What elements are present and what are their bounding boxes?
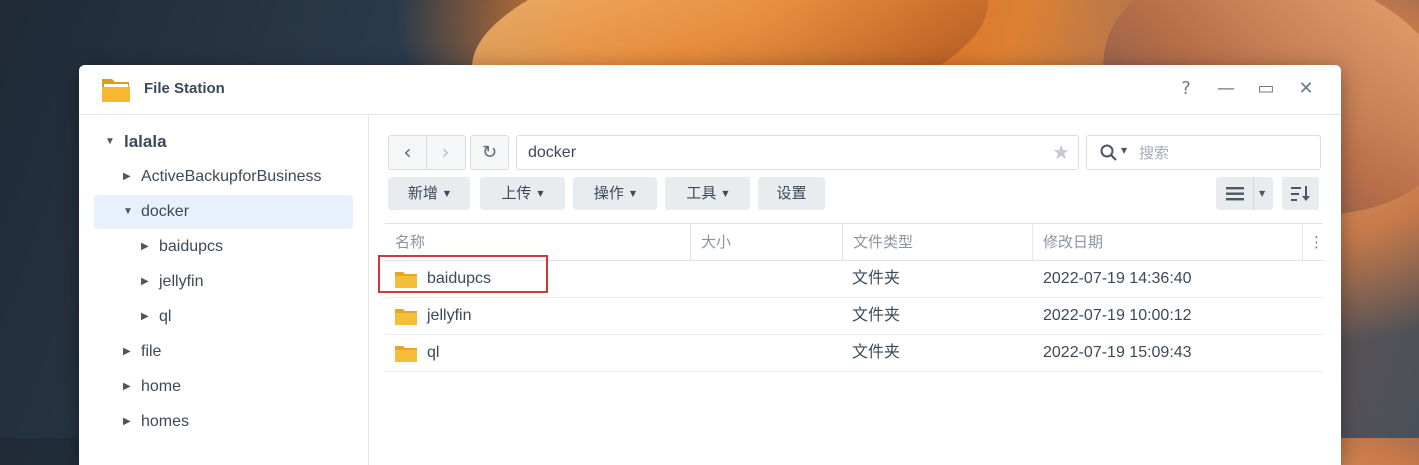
search-box[interactable]: ▼	[1086, 135, 1321, 170]
forward-icon[interactable]: ›	[427, 136, 464, 169]
back-icon[interactable]: ‹	[389, 136, 427, 169]
caret-down-icon: ▼	[1121, 146, 1128, 155]
tools-button[interactable]: 工具 ▼	[665, 177, 750, 210]
main-panel: ‹ › ↻ docker ★ ▼ 新增▼ 上传▼ 操作▼ 工具▼	[369, 115, 1341, 465]
caret-down-icon: ▼	[629, 189, 637, 198]
table-row[interactable]: jellyfin 文件夹 2022-07-19 10:00:12	[385, 298, 1323, 335]
caret-right-icon: ▶	[123, 416, 131, 427]
refresh-icon: ↻	[481, 142, 498, 163]
folder-icon	[395, 346, 417, 362]
caret-right-icon: ▶	[123, 171, 131, 182]
file-modified: 2022-07-19 15:09:43	[1043, 344, 1192, 361]
settings-button[interactable]: 设置	[758, 177, 825, 210]
caret-down-icon: ▼	[722, 189, 729, 198]
table-row[interactable]: ql 文件夹 2022-07-19 15:09:43	[385, 335, 1323, 372]
column-options-icon[interactable]: ⋮	[1303, 224, 1324, 260]
tree-root[interactable]: ▼ lalala	[105, 125, 167, 159]
caret-right-icon: ▶	[141, 311, 149, 322]
file-type: 文件夹	[852, 270, 901, 287]
path-bar[interactable]: docker ★	[516, 135, 1079, 170]
tree-item-baidupcs[interactable]: ▶ baidupcs	[141, 230, 223, 264]
caret-down-icon: ▼	[1259, 189, 1266, 198]
refresh-button[interactable]: ↻	[470, 135, 509, 170]
file-name: jellyfin	[427, 307, 472, 324]
star-icon[interactable]: ★	[1052, 140, 1070, 164]
caret-down-icon: ▼	[537, 189, 544, 198]
action-button[interactable]: 操作 ▼	[573, 177, 657, 210]
caret-right-icon: ▶	[123, 346, 131, 357]
column-size[interactable]: 大小	[691, 224, 843, 260]
tree-item-file[interactable]: ▶ file	[123, 335, 161, 369]
caret-down-icon: ▼	[105, 136, 115, 147]
caret-down-icon: ▼	[443, 189, 451, 198]
list-view-icon	[1226, 187, 1244, 201]
column-type[interactable]: 文件类型	[843, 224, 1033, 260]
file-list: 名称 大小 文件类型 修改日期 ⋮ baidupcs 文件夹 2022-07-1…	[378, 223, 1324, 372]
window-title: File Station	[144, 80, 225, 97]
maximize-button[interactable]: ▭	[1255, 78, 1277, 100]
tree-item-docker[interactable]: ▼ docker	[123, 195, 189, 229]
tree-item-homes[interactable]: ▶ homes	[123, 405, 189, 439]
folder-tree: ▼ lalala ▶ ActiveBackupforBusiness ▼ doc…	[79, 115, 369, 465]
help-button[interactable]: ?	[1175, 78, 1197, 100]
file-type: 文件夹	[852, 344, 901, 361]
table-row[interactable]: baidupcs 文件夹 2022-07-19 14:36:40	[378, 255, 1323, 298]
divider	[1253, 177, 1254, 210]
minimize-button[interactable]: —	[1215, 78, 1237, 100]
search-icon	[1100, 144, 1117, 161]
create-button[interactable]: 新增 ▼	[388, 177, 470, 210]
tree-item-ql[interactable]: ▶ ql	[141, 300, 171, 334]
column-name[interactable]: 名称	[385, 224, 691, 260]
current-path: docker	[528, 144, 577, 161]
sort-icon	[1291, 186, 1310, 201]
file-station-folder-icon	[102, 79, 130, 102]
file-modified: 2022-07-19 10:00:12	[1043, 307, 1192, 324]
caret-right-icon: ▶	[123, 381, 131, 392]
search-input[interactable]	[1137, 144, 1311, 163]
navigation-buttons: ‹ ›	[388, 135, 466, 170]
table-header: 名称 大小 文件类型 修改日期 ⋮	[385, 224, 1324, 261]
file-name: baidupcs	[427, 270, 492, 287]
caret-down-icon: ▼	[123, 206, 133, 217]
file-type: 文件夹	[852, 307, 901, 324]
title-bar: File Station ? — ▭ ✕	[79, 65, 1341, 115]
tree-item-jellyfin[interactable]: ▶ jellyfin	[141, 265, 203, 299]
close-button[interactable]: ✕	[1295, 78, 1317, 100]
file-modified: 2022-07-19 14:36:40	[1043, 270, 1192, 287]
file-name: ql	[427, 344, 440, 361]
tree-item-activebackup[interactable]: ▶ ActiveBackupforBusiness	[123, 160, 322, 194]
folder-icon	[395, 272, 417, 288]
caret-right-icon: ▶	[141, 241, 149, 252]
view-mode-toggle[interactable]: ▼	[1216, 177, 1273, 210]
sort-button[interactable]	[1282, 177, 1319, 210]
tree-item-home[interactable]: ▶ home	[123, 370, 181, 404]
folder-icon	[395, 309, 417, 325]
column-modified[interactable]: 修改日期	[1033, 224, 1303, 260]
file-station-window: File Station ? — ▭ ✕ ▼ lalala ▶ ActiveBa…	[79, 65, 1341, 465]
caret-right-icon: ▶	[141, 276, 149, 287]
upload-button[interactable]: 上传 ▼	[480, 177, 565, 210]
